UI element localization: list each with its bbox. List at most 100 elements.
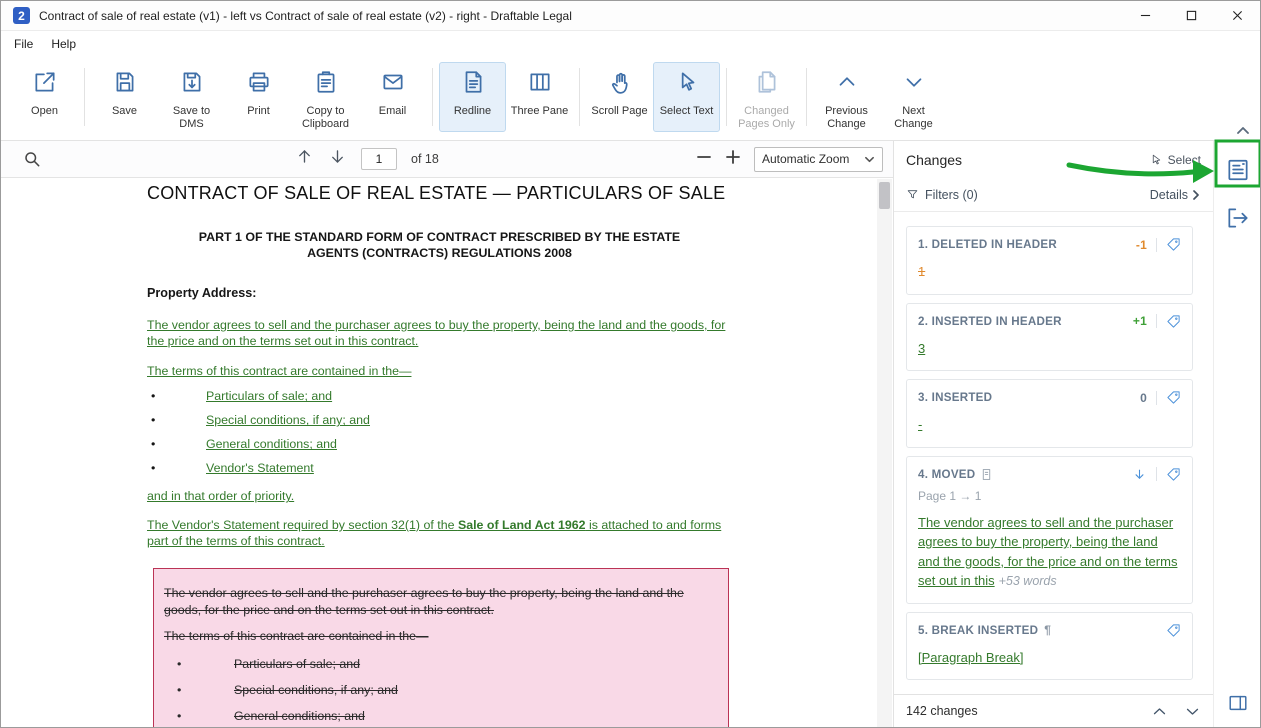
details-button[interactable]: Details bbox=[1150, 188, 1201, 202]
page-navigation: of 18 bbox=[295, 147, 439, 171]
window-controls bbox=[1122, 1, 1260, 30]
select-text-label: Select Text bbox=[659, 105, 714, 117]
close-button[interactable] bbox=[1214, 1, 1260, 30]
change-count-badge: -1 bbox=[1135, 237, 1147, 252]
zoom-level-select[interactable]: Automatic Zoom bbox=[754, 146, 883, 172]
deleted-bullet-list: Particulars of sale; and Special conditi… bbox=[164, 657, 718, 723]
previous-change-footer-button[interactable] bbox=[1151, 703, 1168, 720]
pilcrow-icon: ¶ bbox=[1044, 623, 1052, 638]
tag-button[interactable] bbox=[1166, 467, 1181, 482]
act-name-bold: Sale of Land Act 1962 bbox=[457, 517, 586, 532]
previous-page-button[interactable] bbox=[295, 147, 314, 171]
copy-to-clipboard-button[interactable]: Copy to Clipboard bbox=[292, 62, 359, 136]
list-item: Particulars of sale; and bbox=[164, 657, 718, 671]
changes-panel-footer: 142 changes bbox=[894, 694, 1213, 727]
hand-scroll-icon bbox=[607, 69, 633, 100]
document-viewer[interactable]: CONTRACT OF SALE OF REAL ESTATE — PARTIC… bbox=[1, 179, 877, 727]
plus-icon bbox=[726, 149, 740, 164]
three-pane-icon bbox=[527, 69, 553, 100]
scroll-page-button[interactable]: Scroll Page bbox=[586, 62, 653, 132]
tag-button[interactable] bbox=[1166, 623, 1181, 638]
change-card-moved[interactable]: 4. MOVED Page 1 → 1 The vendor agrees to… bbox=[906, 455, 1193, 604]
header-divider bbox=[1156, 467, 1157, 481]
save-to-dms-button[interactable]: Save to DMS bbox=[158, 62, 225, 136]
open-button[interactable]: Open bbox=[11, 62, 78, 132]
three-pane-button[interactable]: Three Pane bbox=[506, 62, 573, 132]
list-item: Special conditions, if any; and bbox=[164, 683, 718, 697]
menu-bar: File Help bbox=[1, 31, 1260, 57]
document-subtitle: PART 1 OF THE STANDARD FORM OF CONTRACT … bbox=[198, 229, 681, 261]
change-card-break-inserted[interactable]: 5. BREAK INSERTED ¶ [Paragraph Break] bbox=[906, 611, 1193, 681]
arrow-down-icon bbox=[332, 150, 343, 163]
menu-help[interactable]: Help bbox=[42, 33, 85, 55]
email-icon bbox=[380, 69, 406, 100]
tag-icon bbox=[1167, 391, 1180, 404]
changed-pages-only-button: Changed Pages Only bbox=[733, 62, 800, 136]
tag-button[interactable] bbox=[1166, 237, 1181, 252]
app-window: 2 Contract of sale of real estate (v1) -… bbox=[0, 0, 1261, 728]
changes-count-label: 142 changes bbox=[906, 704, 978, 718]
save-button[interactable]: Save bbox=[91, 62, 158, 132]
change-card-deleted-in-header[interactable]: 1. DELETED IN HEADER -1 1 bbox=[906, 226, 1193, 295]
chevron-up-icon bbox=[834, 69, 860, 100]
change-card-list: 1. DELETED IN HEADER -1 1 2. INSERTED IN… bbox=[894, 212, 1213, 694]
tag-button[interactable] bbox=[1166, 390, 1181, 405]
minus-icon bbox=[697, 155, 711, 158]
print-label: Print bbox=[247, 105, 270, 117]
property-address-label: Property Address: bbox=[147, 285, 257, 300]
search-button[interactable] bbox=[19, 146, 45, 172]
inserted-bullet-list: Particulars of sale; and Special conditi… bbox=[147, 389, 732, 475]
previous-change-button[interactable]: Previous Change bbox=[813, 62, 880, 136]
next-change-button[interactable]: Next Change bbox=[880, 62, 947, 136]
list-item: Particulars of sale; and bbox=[147, 389, 732, 403]
header-divider bbox=[1156, 314, 1157, 328]
moved-page-icon bbox=[975, 468, 993, 481]
filters-button[interactable]: Filters (0) bbox=[906, 188, 978, 202]
changes-panel-subheader: Filters (0) Details bbox=[894, 178, 1213, 212]
inserted-paragraph: The Vendor's Statement required by secti… bbox=[147, 517, 722, 549]
inserted-text-preview: 3 bbox=[918, 340, 926, 356]
zoom-in-button[interactable] bbox=[725, 149, 741, 170]
changes-panel-header: Changes Select bbox=[894, 141, 1213, 178]
change-count-badge: 0 bbox=[1140, 390, 1147, 405]
comparison-summary-button[interactable] bbox=[1214, 150, 1260, 190]
moved-page-label: Page 1 → 1 bbox=[918, 488, 982, 503]
menu-file[interactable]: File bbox=[5, 33, 42, 55]
scrollbar-thumb[interactable] bbox=[879, 182, 890, 209]
email-button[interactable]: Email bbox=[359, 62, 426, 132]
deleted-paragraph: The vendor agrees to sell and the purcha… bbox=[164, 585, 684, 618]
header-divider bbox=[1156, 237, 1157, 252]
print-icon bbox=[246, 69, 272, 100]
change-card-inserted[interactable]: 3. INSERTED 0 - bbox=[906, 379, 1193, 448]
toolbar-divider bbox=[84, 68, 85, 126]
tag-button[interactable] bbox=[1166, 314, 1181, 329]
main-toolbar: Open Save Save to DMS Print Copy to Clip… bbox=[1, 57, 1260, 141]
select-changes-button[interactable]: Select bbox=[1150, 153, 1201, 167]
details-label: Details bbox=[1149, 187, 1188, 202]
cursor-pointer-icon bbox=[674, 69, 700, 100]
save-to-dms-label: Save to DMS bbox=[172, 105, 211, 131]
maximize-button[interactable] bbox=[1168, 1, 1214, 30]
toggle-panel-button[interactable] bbox=[1214, 683, 1260, 723]
select-text-button[interactable]: Select Text bbox=[653, 62, 720, 132]
document-scrollbar[interactable] bbox=[877, 179, 892, 727]
search-icon bbox=[25, 152, 40, 167]
collapse-toolbar-button[interactable] bbox=[1232, 122, 1254, 138]
zoom-out-button[interactable] bbox=[696, 149, 712, 170]
save-label: Save bbox=[111, 105, 138, 117]
tag-icon bbox=[1167, 238, 1180, 251]
next-page-button[interactable] bbox=[328, 147, 347, 171]
print-button[interactable]: Print bbox=[225, 62, 292, 132]
change-card-inserted-in-header[interactable]: 2. INSERTED IN HEADER +1 3 bbox=[906, 302, 1193, 371]
redline-button[interactable]: Redline bbox=[439, 62, 506, 132]
open-icon bbox=[32, 69, 58, 100]
export-changes-button[interactable] bbox=[1214, 198, 1260, 238]
tag-icon bbox=[1167, 624, 1180, 637]
right-icon-strip bbox=[1213, 141, 1260, 727]
next-change-footer-button[interactable] bbox=[1184, 703, 1201, 720]
draftable-app-icon: 2 bbox=[13, 7, 30, 24]
page-number-input[interactable] bbox=[361, 148, 397, 170]
go-to-destination-button[interactable] bbox=[1132, 467, 1147, 482]
clipboard-icon bbox=[313, 69, 339, 100]
minimize-button[interactable] bbox=[1122, 1, 1168, 30]
